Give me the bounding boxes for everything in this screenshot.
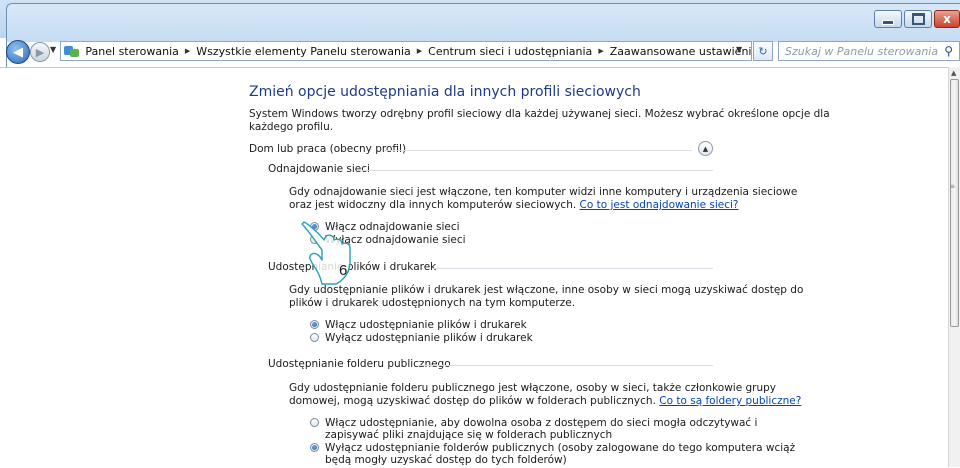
maximize-icon bbox=[911, 13, 925, 25]
discovery-divider bbox=[358, 170, 713, 171]
profile-label: Dom lub praca (obecny profil) bbox=[249, 143, 407, 155]
printers-desc-line2: plików i drukarek udostępnionych na tym … bbox=[289, 297, 576, 309]
back-arrow-icon: ◀ bbox=[13, 44, 23, 60]
intro-text-line2: każdego profilu. bbox=[249, 121, 334, 133]
public-option-on[interactable]: Włącz udostępnianie, aby dowolna osoba z… bbox=[310, 417, 757, 429]
discovery-desc-line2: oraz jest widoczny dla innych komputerów… bbox=[289, 199, 739, 211]
maximize-button[interactable] bbox=[904, 10, 932, 28]
chevron-right-icon[interactable]: ▶ bbox=[185, 47, 190, 55]
scrollbar-thumb[interactable] bbox=[950, 79, 959, 327]
recent-pages-dropdown-icon[interactable]: ▼ bbox=[50, 45, 56, 54]
printers-option-on[interactable]: Włącz udostępnianie plików i drukarek bbox=[310, 319, 527, 331]
pointing-hand-icon: 6 bbox=[301, 221, 351, 285]
intro-text-line1: System Windows tworzy odrębny profil sie… bbox=[249, 108, 830, 120]
scrollbar-grip-icon: ≡ bbox=[950, 183, 956, 190]
collapse-profile-button[interactable]: ▲ bbox=[698, 141, 713, 156]
close-icon: x bbox=[943, 12, 951, 26]
discovery-desc-line1: Gdy odnajdowanie sieci jest włączone, te… bbox=[289, 186, 798, 198]
forward-button[interactable]: ▶ bbox=[30, 42, 50, 62]
printers-option-off[interactable]: Wyłącz udostępnianie plików i drukarek bbox=[310, 332, 533, 344]
public-desc-line1: Gdy udostępnianie folderu publicznego je… bbox=[289, 382, 777, 394]
search-input[interactable]: Szukaj w Panelu sterowania ⚲ bbox=[778, 41, 960, 61]
public-option-off[interactable]: Wyłącz udostępnianie folderów publicznyc… bbox=[310, 442, 795, 454]
search-icon[interactable]: ⚲ bbox=[944, 44, 953, 58]
public-desc-line2: domowej, mogą uzyskiwać dostęp do plików… bbox=[289, 395, 802, 407]
public-off-label-line2: będą mogły uzyskać dostęp do tych folder… bbox=[325, 454, 567, 466]
public-on-label-line2: zapisywać pliki znajdujące się w foldera… bbox=[325, 429, 613, 441]
radio-printers-on[interactable] bbox=[310, 320, 319, 329]
breadcrumb-network-center[interactable]: Centrum sieci i udostępniania bbox=[428, 45, 592, 58]
address-dropdown-icon[interactable]: ▼ bbox=[736, 45, 742, 54]
vertical-scrollbar[interactable]: ▲ ≡ bbox=[948, 67, 960, 467]
breadcrumb-advanced-sharing[interactable]: Zaawansowane ustawienia udostępniania bbox=[610, 45, 751, 58]
radio-public-off[interactable] bbox=[310, 443, 319, 452]
refresh-button[interactable]: ↻ bbox=[753, 41, 773, 61]
profile-divider bbox=[384, 150, 692, 151]
printers-divider bbox=[433, 268, 713, 269]
minimize-button[interactable] bbox=[874, 10, 902, 28]
public-section-title: Udostępnianie folderu publicznego bbox=[268, 358, 451, 370]
radio-printers-off[interactable] bbox=[310, 333, 319, 342]
back-button[interactable]: ◀ bbox=[6, 40, 30, 64]
breadcrumb-all-items[interactable]: Wszystkie elementy Panelu sterowania bbox=[196, 45, 410, 58]
forward-arrow-icon: ▶ bbox=[35, 45, 45, 59]
discovery-help-link[interactable]: Co to jest odnajdowanie sieci? bbox=[580, 199, 739, 211]
public-off-label-line1: Wyłącz udostępnianie folderów publicznyc… bbox=[325, 442, 796, 454]
printers-on-label: Włącz udostępnianie plików i drukarek bbox=[325, 319, 527, 331]
callout-number: 6 bbox=[339, 262, 347, 279]
address-bar[interactable]: ▶ Panel sterowania ▶ Wszystkie elementy … bbox=[60, 41, 752, 61]
printers-off-label: Wyłącz udostępnianie plików i drukarek bbox=[325, 332, 533, 344]
breadcrumb-control-panel[interactable]: Panel sterowania bbox=[85, 45, 179, 58]
page-title: Zmień opcje udostępniania dla innych pro… bbox=[249, 84, 641, 100]
refresh-icon: ↻ bbox=[758, 44, 768, 58]
navigation-bar: ◀ ▶ ▼ ▶ Panel sterowania ▶ Wszystkie ele… bbox=[0, 40, 960, 66]
chevron-up-icon: ▲ bbox=[702, 144, 709, 153]
scroll-up-icon[interactable]: ▲ bbox=[951, 69, 956, 77]
public-folders-help-link[interactable]: Co to są foldery publiczne? bbox=[659, 395, 801, 407]
search-placeholder: Szukaj w Panelu sterowania bbox=[785, 44, 939, 58]
discovery-section-title: Odnajdowanie sieci bbox=[268, 163, 370, 175]
public-divider bbox=[420, 365, 713, 366]
chevron-right-icon[interactable]: ▶ bbox=[598, 47, 603, 55]
window-controls: x bbox=[872, 10, 960, 28]
public-on-label-line1: Włącz udostępnianie, aby dowolna osoba z… bbox=[325, 417, 758, 429]
chevron-right-icon[interactable]: ▶ bbox=[417, 47, 422, 55]
close-button[interactable]: x bbox=[934, 10, 960, 28]
radio-public-on[interactable] bbox=[310, 418, 319, 427]
minimize-icon bbox=[882, 19, 894, 25]
